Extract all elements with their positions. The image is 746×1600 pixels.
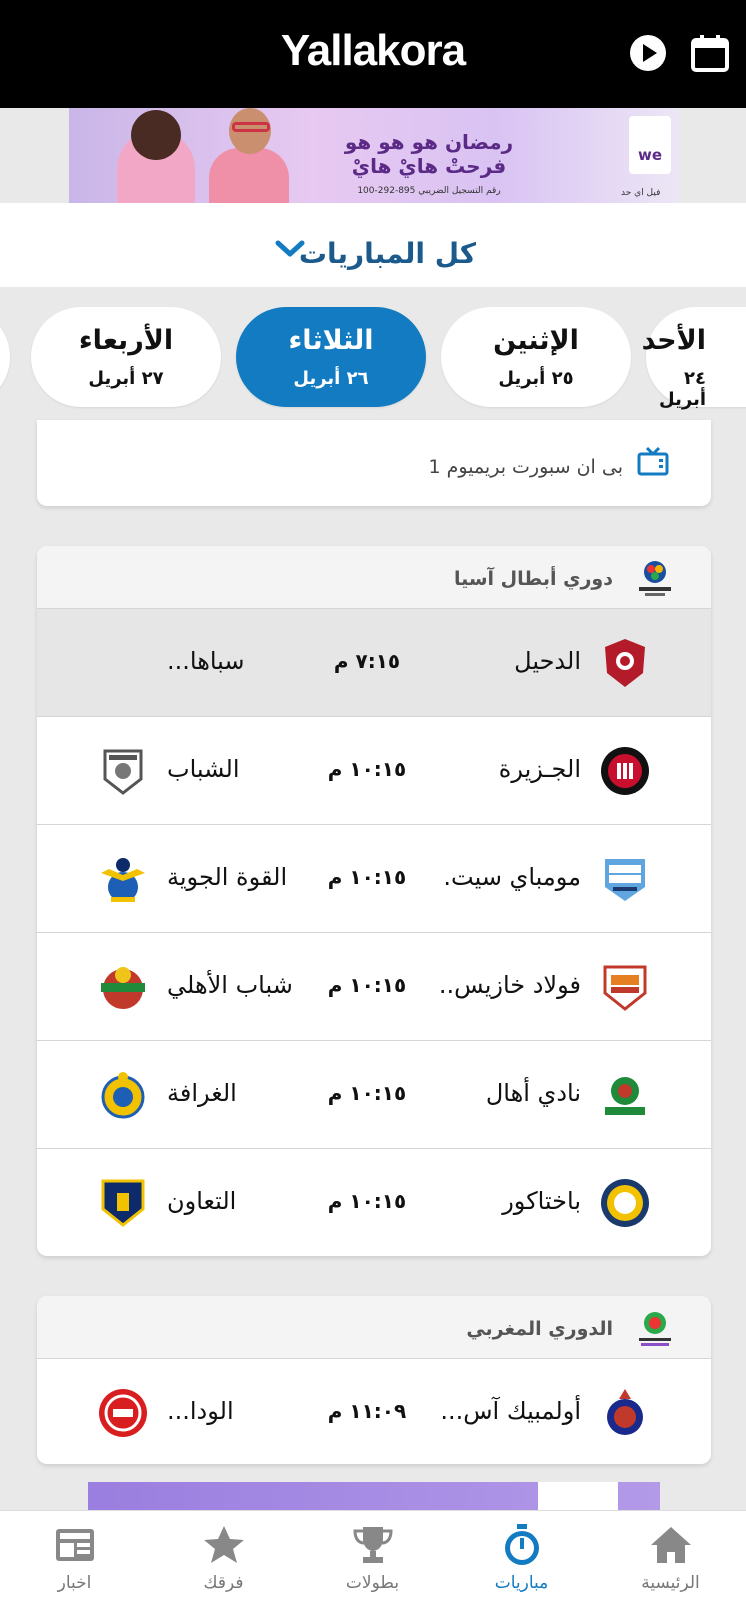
- stopwatch-icon: [504, 1524, 539, 1565]
- star-icon: [203, 1526, 244, 1563]
- home-team-name: فولاد خازيس..: [438, 971, 581, 999]
- foolad-khuzestan-logo: [603, 965, 647, 1011]
- match-row[interactable]: أولمبيك آس... ١١:٠٩ م الودا...: [37, 1358, 711, 1464]
- league-card-botola: الدوري المغربي أولمبيك آس... ١١:٠٩ م الو…: [37, 1296, 711, 1464]
- all-matches-header[interactable]: كل المباريات: [0, 203, 746, 287]
- calendar-icon[interactable]: [690, 33, 730, 73]
- nav-news[interactable]: اخبار: [0, 1511, 149, 1600]
- match-row[interactable]: نادي أهال ١٠:١٥ م الغرافة: [37, 1040, 711, 1148]
- al-quwa-al-jawiya-logo: [101, 858, 145, 902]
- ad-subtitle: رقم التسجيل الضريبي 895-292-100: [357, 186, 501, 196]
- day-tab-thursday[interactable]: [0, 307, 10, 407]
- match-time: ١٠:١٥ م: [327, 757, 407, 781]
- match-row[interactable]: فولاد خازيس.. ١٠:١٥ م شباب الأهلي: [37, 932, 711, 1040]
- league-name: الدوري المغربي: [466, 1318, 613, 1340]
- pakhtakor-logo: [601, 1179, 649, 1227]
- away-team-name: الودا...: [167, 1397, 234, 1425]
- home-team-name: باختاكور: [502, 1187, 581, 1215]
- ad-banner[interactable]: رمضان هو هو هو فرحتْ هايْ هايْ رقم التسج…: [69, 108, 679, 203]
- ad-person-man: [209, 148, 289, 203]
- nav-matches[interactable]: مباريات: [447, 1511, 596, 1600]
- champions-league-asia-logo: [639, 561, 671, 596]
- app-header: Yallakora: [0, 0, 746, 108]
- trophy-icon: [352, 1527, 393, 1563]
- nav-my-teams[interactable]: فرقك: [149, 1511, 298, 1600]
- nav-home[interactable]: الرئيسية: [596, 1511, 745, 1600]
- nav-home-label: الرئيسية: [641, 1573, 700, 1593]
- ahal-logo: [603, 1073, 647, 1117]
- news-icon: [55, 1529, 94, 1561]
- al-duhail-logo: [605, 639, 645, 687]
- day-tab-sunday[interactable]: الأحد ٢٤ أبريل: [642, 307, 746, 410]
- league-card-afc-champions: دوري أبطال آسيا الدحيل ٧:١٥ م سباها... ا…: [37, 546, 711, 1256]
- away-team-name: شباب الأهلي: [167, 971, 293, 999]
- home-team-name: نادي أهال: [485, 1079, 581, 1107]
- play-icon[interactable]: [628, 33, 668, 73]
- all-matches-title: كل المباريات: [298, 237, 476, 270]
- nav-matches-label: مباريات: [494, 1573, 549, 1593]
- day-tab-tuesday[interactable]: الثلاثاء ٢٦ أبريل: [236, 307, 426, 407]
- nav-tournaments[interactable]: بطولات: [298, 1511, 447, 1600]
- match-time: ١١:٠٩ م: [327, 1399, 407, 1423]
- home-team-name: أولمبيك آس...: [440, 1397, 581, 1425]
- al-gharafa-logo: [101, 1072, 145, 1119]
- al-jazira-logo: [601, 747, 649, 795]
- match-row[interactable]: مومباي سيت. ١٠:١٥ م القوة الجوية: [37, 824, 711, 932]
- away-team-name: الغرافة: [167, 1079, 237, 1107]
- nav-my-teams-label: فرقك: [203, 1573, 244, 1593]
- home-team-name: مومباي سيت.: [443, 863, 581, 891]
- day-tab-wednesday[interactable]: الأربعاء ٢٧ أبريل: [31, 307, 221, 407]
- botola-pro-logo: [639, 1312, 671, 1346]
- match-row[interactable]: باختاكور ١٠:١٥ م التعاون: [37, 1148, 711, 1256]
- match-time: ٧:١٥ م: [333, 649, 401, 673]
- nav-news-label: اخبار: [57, 1573, 92, 1593]
- promo-banner[interactable]: [88, 1482, 660, 1512]
- match-time: ١٠:١٥ م: [327, 1189, 407, 1213]
- home-team-name: الدحيل: [514, 647, 581, 675]
- home-team-name: الجـزيرة: [498, 755, 581, 783]
- match-time: ١٠:١٥ م: [327, 1081, 407, 1105]
- match-time: ١٠:١٥ م: [327, 973, 407, 997]
- league-header[interactable]: الدوري المغربي: [37, 1296, 711, 1358]
- wydad-logo: [99, 1389, 147, 1437]
- match-time: ١٠:١٥ م: [327, 865, 407, 889]
- tv-icon: [637, 446, 669, 476]
- shabab-al-ahli-logo: [101, 967, 145, 1009]
- match-row[interactable]: الجـزيرة ١٠:١٥ م الشباب: [37, 716, 711, 824]
- al-shabab-logo: [103, 749, 143, 795]
- bottom-navigation: اخبار فرقك بطولات مباريات الرئيسية: [0, 1510, 746, 1600]
- away-team-name: سباها...: [167, 647, 245, 675]
- league-header[interactable]: دوري أبطال آسيا: [37, 546, 711, 608]
- chevron-down-icon[interactable]: [272, 237, 308, 261]
- league-name: دوري أبطال آسيا: [453, 568, 613, 590]
- olympique-safi-logo: [607, 1389, 643, 1435]
- match-row[interactable]: الدحيل ٧:١٥ م سباها...: [37, 608, 711, 716]
- ad-title: رمضان هو هو هو فرحتْ هايْ هايْ: [344, 130, 514, 178]
- al-taawoun-logo: [101, 1179, 145, 1227]
- away-team-name: التعاون: [167, 1187, 237, 1215]
- tv-channel-card[interactable]: بى ان سبورت بريميوم 1: [37, 420, 711, 506]
- day-tab-monday[interactable]: الإثنين ٢٥ أبريل: [441, 307, 631, 407]
- tv-channel-name: بى ان سبورت بريميوم 1: [428, 456, 624, 478]
- mumbai-city-logo: [605, 859, 645, 901]
- nav-tournaments-label: بطولات: [345, 1573, 400, 1593]
- we-logo: we: [629, 116, 671, 174]
- away-team-name: الشباب: [167, 755, 240, 783]
- day-tabs: الأربعاء ٢٧ أبريل الثلاثاء ٢٦ أبريل الإث…: [0, 287, 746, 420]
- ad-brand-caption: فيل اي حد: [621, 188, 661, 198]
- away-team-name: القوة الجوية: [167, 863, 288, 891]
- home-icon: [650, 1527, 691, 1563]
